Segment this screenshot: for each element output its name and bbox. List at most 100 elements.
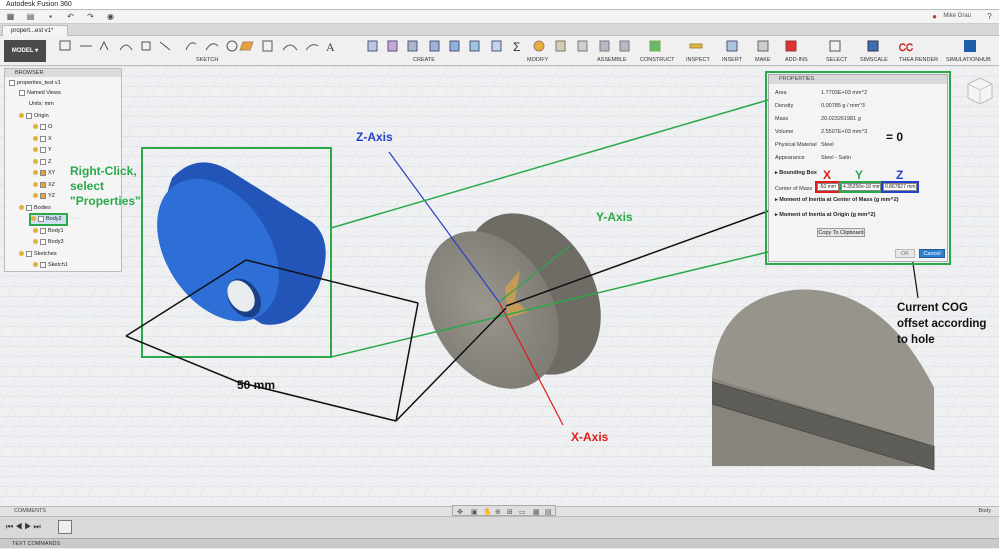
cog-note-line2: offset according bbox=[897, 318, 987, 330]
browser-item-label: XZ bbox=[48, 182, 56, 188]
browser-item-y-axis[interactable]: Y bbox=[33, 146, 52, 155]
ok-button[interactable]: OK bbox=[895, 249, 915, 258]
insert-image-icon bbox=[726, 40, 738, 52]
visibility-bulb-icon[interactable] bbox=[33, 262, 38, 268]
moi-origin-section[interactable]: ▸ Moment of Inertia at Origin (g mm^2) bbox=[775, 212, 875, 218]
browser-item-xy-plane[interactable]: XY bbox=[33, 169, 55, 178]
prop-value-appearance: Steel - Satin bbox=[821, 155, 851, 161]
prop-label-material: Physical Material bbox=[775, 142, 817, 148]
user-name[interactable]: Mike Grau bbox=[943, 13, 971, 19]
browser-item-units[interactable]: Units: mm bbox=[29, 100, 54, 109]
properties-header[interactable]: PROPERTIES bbox=[769, 75, 947, 84]
cancel-button[interactable]: Cancel bbox=[919, 249, 945, 258]
addins-icon bbox=[785, 40, 797, 52]
text-commands-bar[interactable]: TEXT COMMANDS bbox=[0, 538, 999, 548]
right-click-line3: "Properties" bbox=[70, 194, 141, 208]
ribbon-group-simscale[interactable]: SIMSCALE bbox=[860, 57, 888, 63]
visibility-bulb-icon[interactable] bbox=[31, 216, 36, 222]
ribbon-group-construct[interactable]: CONSTRUCT bbox=[640, 57, 675, 63]
axis-icon bbox=[40, 158, 46, 165]
redo-icon[interactable]: ↷ bbox=[86, 13, 95, 21]
visibility-bulb-icon[interactable] bbox=[19, 251, 24, 257]
timeline-sketch-feature-icon[interactable] bbox=[58, 520, 72, 534]
com-x-field[interactable]: -50 mm bbox=[815, 181, 841, 193]
ribbon-group-thea-render[interactable]: THEA RENDER bbox=[899, 57, 938, 63]
grid-settings-icon: ▦ bbox=[533, 508, 540, 516]
record-icon[interactable]: ● bbox=[930, 13, 939, 21]
thea-render-icon: ᏟᏟ bbox=[899, 42, 913, 54]
moi-origin-label: Moment of Inertia at Origin (g mm^2) bbox=[779, 212, 876, 218]
browser-item-sketches[interactable]: Sketches bbox=[19, 250, 57, 259]
rectangle-icon bbox=[99, 40, 109, 51]
ribbon-group-inspect[interactable]: INSPECT bbox=[686, 57, 710, 63]
equals-zero-annotation: = 0 bbox=[886, 130, 904, 144]
browser-item-yz-plane[interactable]: YZ bbox=[33, 192, 55, 201]
copy-to-clipboard-button[interactable]: Copy To Clipboard bbox=[817, 228, 865, 237]
select-icon bbox=[829, 40, 841, 52]
visibility-bulb-icon[interactable] bbox=[33, 136, 38, 142]
fillet-icon bbox=[185, 42, 197, 51]
visibility-bulb-icon[interactable] bbox=[33, 182, 38, 188]
browser-root[interactable]: properties_test v1 bbox=[9, 79, 61, 88]
ribbon-icons: A Σ ᏟᏟ bbox=[59, 40, 976, 54]
ribbon-group-select[interactable]: SELECT bbox=[826, 57, 847, 63]
app-title: Autodesk Fusion 360 bbox=[6, 1, 72, 8]
browser-item-body3[interactable]: Body3 bbox=[33, 238, 64, 247]
visibility-bulb-icon[interactable] bbox=[33, 228, 38, 234]
timeline-playback-controls[interactable]: ⏮◀▶⏭ bbox=[6, 522, 43, 532]
visibility-bulb-icon[interactable] bbox=[33, 147, 38, 153]
cog-note-line1: Current COG bbox=[897, 302, 968, 314]
visibility-bulb-icon[interactable] bbox=[19, 205, 24, 211]
browser-item-named-views[interactable]: Named Views bbox=[19, 89, 61, 98]
visibility-bulb-icon[interactable] bbox=[33, 124, 38, 130]
orbit-icon: ✥ bbox=[457, 508, 463, 516]
browser-item-sketch1[interactable]: Sketch1 bbox=[33, 261, 68, 270]
ribbon-group-assemble[interactable]: ASSEMBLE bbox=[597, 57, 627, 63]
file-icon[interactable]: ▤ bbox=[26, 13, 35, 21]
ribbon-group-modify[interactable]: MODIFY bbox=[527, 57, 548, 63]
folder-icon bbox=[26, 204, 32, 211]
as-built-joint-icon bbox=[619, 40, 630, 52]
visibility-bulb-icon[interactable] bbox=[33, 159, 38, 165]
visibility-bulb-icon[interactable] bbox=[33, 239, 38, 245]
right-click-annotation: Right-Click, select "Properties" bbox=[70, 164, 141, 209]
com-y-field[interactable]: 4.35256e-16 mm bbox=[839, 181, 883, 193]
help-icon[interactable]: ? bbox=[985, 13, 994, 21]
grid-menu-icon[interactable]: ▦ bbox=[6, 13, 15, 21]
document-tab[interactable]: propert...est v1* bbox=[2, 25, 68, 36]
appearance-icon bbox=[533, 40, 545, 52]
browser-item-x-axis[interactable]: X bbox=[33, 135, 52, 144]
body-icon bbox=[38, 215, 44, 222]
browser-item-body1[interactable]: Body1 bbox=[33, 227, 64, 236]
polygon-icon bbox=[239, 41, 254, 51]
visibility-bulb-icon[interactable] bbox=[19, 113, 24, 119]
ribbon-group-addins[interactable]: ADD-INS bbox=[785, 57, 808, 63]
comments-label[interactable]: COMMENTS bbox=[14, 508, 46, 514]
visibility-bulb-icon[interactable] bbox=[33, 193, 38, 199]
visibility-bulb-icon[interactable] bbox=[33, 170, 38, 176]
data-panel-icon[interactable]: ◉ bbox=[106, 13, 115, 21]
browser-item-body2[interactable]: Body2 bbox=[29, 213, 68, 226]
ribbon-group-insert[interactable]: INSERT bbox=[722, 57, 742, 63]
browser-item-origin-point[interactable]: O bbox=[33, 123, 52, 132]
browser-item-origin[interactable]: Origin bbox=[19, 112, 49, 121]
timeline-bar: ⏮◀▶⏭ bbox=[0, 516, 999, 538]
arc-icon bbox=[119, 44, 133, 51]
com-z-field[interactable]: 0.867827 mm bbox=[881, 181, 919, 193]
sketch-icon bbox=[40, 261, 46, 268]
prop-label-appearance: Appearance bbox=[775, 155, 805, 161]
ribbon-group-simulationhub[interactable]: SIMULATIONHUB bbox=[946, 57, 991, 63]
quick-access-toolbar: ▦ ▤ ▪ ↶ ↷ ◉ ● Mike Grau ? bbox=[0, 10, 999, 24]
bounding-box-section[interactable]: ▸ Bounding Box bbox=[775, 170, 817, 176]
scale-icon bbox=[577, 40, 588, 52]
ribbon-group-make[interactable]: MAKE bbox=[755, 57, 771, 63]
browser-item-xz-plane[interactable]: XZ bbox=[33, 181, 55, 190]
ribbon-group-sketch[interactable]: SKETCH bbox=[196, 57, 218, 63]
browser-header[interactable]: BROWSER bbox=[5, 69, 121, 77]
moi-center-section[interactable]: ▸ Moment of Inertia at Center of Mass (g… bbox=[775, 197, 899, 203]
save-icon[interactable]: ▪ bbox=[46, 13, 55, 21]
browser-item-z-axis[interactable]: Z bbox=[33, 158, 51, 167]
undo-icon[interactable]: ↶ bbox=[66, 13, 75, 21]
browser-item-bodies[interactable]: Bodies bbox=[19, 204, 51, 213]
ribbon-group-create[interactable]: CREATE bbox=[413, 57, 435, 63]
